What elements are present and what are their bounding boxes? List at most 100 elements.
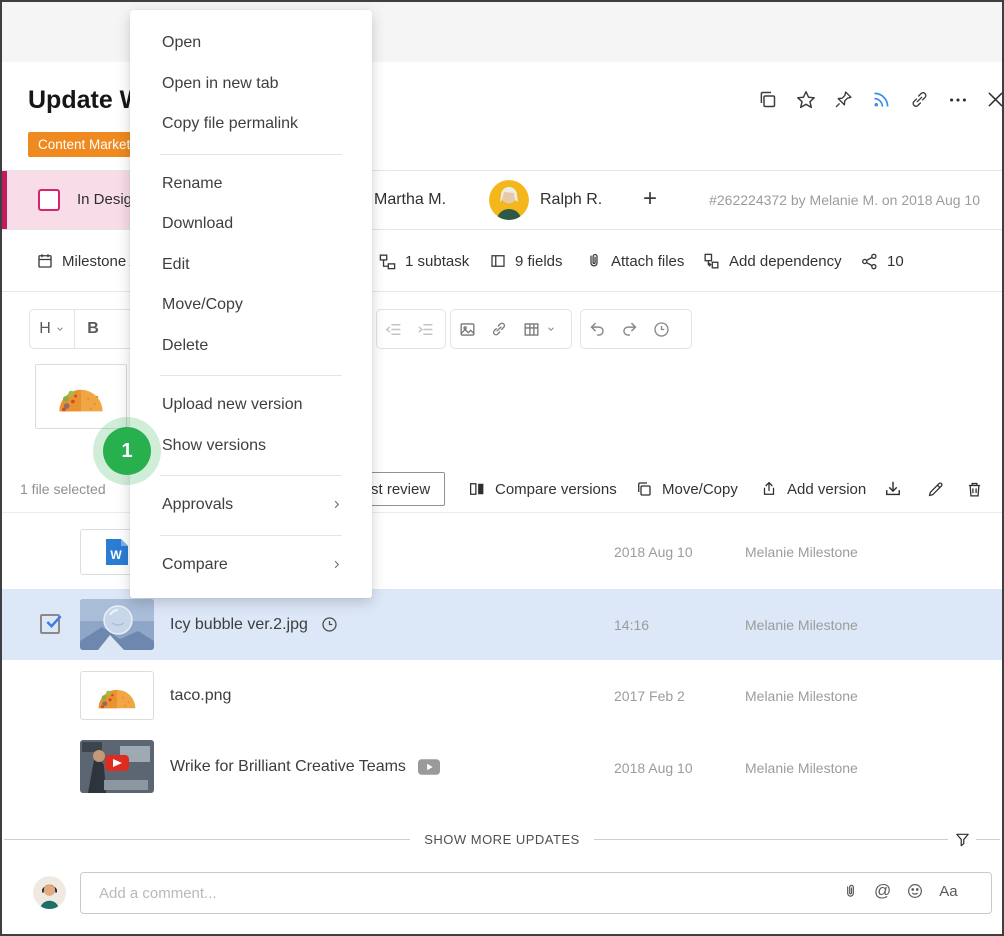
menu-item-copy-permalink[interactable]: Copy file permalink — [130, 104, 372, 145]
youtube-icon — [418, 759, 440, 775]
move-copy-label: Move/Copy — [662, 481, 738, 498]
add-assignee-button[interactable]: + — [643, 171, 657, 227]
file-date: 2018 Aug 10 — [614, 760, 693, 776]
menu-item-label: Compare — [162, 556, 228, 573]
download-button[interactable] — [880, 476, 906, 502]
file-name[interactable]: Wrike for Brilliant Creative Teams — [170, 731, 440, 803]
milestone-button[interactable]: Milestone A — [36, 230, 140, 292]
more-actions-icon[interactable] — [946, 88, 969, 111]
permalink-icon[interactable] — [908, 88, 931, 111]
taco-thumbnail[interactable] — [80, 671, 154, 720]
share-button[interactable]: 10 — [860, 230, 904, 292]
file-author: Melanie Milestone — [745, 760, 858, 776]
insert-link-button[interactable] — [483, 320, 515, 338]
file-row-taco[interactable]: taco.png 2017 Feb 2 Melanie Milestone — [2, 660, 1002, 731]
task-title: Update W — [28, 86, 143, 115]
menu-item-show-versions[interactable]: Show versions — [130, 426, 372, 467]
svg-text:W: W — [110, 548, 122, 562]
comment-toolbar: @ Aa — [842, 881, 958, 901]
video-still-image — [80, 740, 154, 793]
show-more-updates-button[interactable]: SHOW MORE UPDATES — [410, 828, 594, 852]
attach-files-button[interactable]: Attach files — [585, 230, 684, 292]
filter-funnel-icon — [954, 831, 971, 849]
menu-item-upload-new-version[interactable]: Upload new version — [130, 385, 372, 426]
taco-image — [54, 378, 108, 416]
menu-item-compare[interactable]: Compare — [130, 545, 372, 586]
menu-item-move-copy[interactable]: Move/Copy — [130, 285, 372, 326]
outdent-button[interactable] — [377, 320, 409, 339]
compare-versions-icon — [468, 480, 486, 498]
menu-item-rename[interactable]: Rename — [130, 164, 372, 205]
check-icon — [43, 612, 65, 632]
compare-versions-button[interactable]: Compare versions — [468, 470, 617, 508]
assignee-martha[interactable]: Martha M. — [374, 171, 446, 229]
redo-button[interactable] — [613, 320, 645, 339]
menu-item-open-new-tab[interactable]: Open in new tab — [130, 64, 372, 105]
share-icon — [860, 252, 879, 271]
add-version-button[interactable]: Add version — [760, 470, 866, 508]
icy-bubble-thumbnail[interactable] — [80, 599, 154, 650]
follow-updates-icon[interactable] — [870, 88, 893, 111]
mention-icon[interactable]: @ — [874, 881, 891, 901]
menu-item-edit[interactable]: Edit — [130, 245, 372, 286]
add-dependency-button[interactable]: Add dependency — [702, 230, 842, 292]
bold-button[interactable]: B — [75, 320, 111, 338]
avatar-ralph[interactable] — [489, 180, 529, 220]
menu-item-delete[interactable]: Delete — [130, 326, 372, 367]
fields-button[interactable]: 9 fields — [489, 230, 563, 292]
annotation-step-badge: 1 — [103, 427, 151, 475]
file-author: Melanie Milestone — [745, 688, 858, 704]
attach-comment-icon[interactable] — [842, 883, 859, 900]
file-date: 2017 Feb 2 — [614, 688, 685, 704]
history-button[interactable] — [645, 320, 677, 339]
editor-toolbar-history-group — [580, 309, 692, 349]
file-checkbox-checked[interactable] — [40, 614, 60, 634]
add-dependency-label: Add dependency — [729, 253, 842, 270]
milestone-label: Milestone A — [62, 253, 140, 270]
paperclip-icon — [585, 252, 603, 270]
text-format-button[interactable]: Aa — [939, 883, 957, 900]
close-icon[interactable] — [984, 88, 1004, 111]
file-row-video[interactable]: Wrike for Brilliant Creative Teams 2018 … — [2, 731, 1002, 803]
complete-checkbox[interactable] — [38, 189, 60, 211]
header-actions — [756, 88, 1004, 111]
assignee-ralph[interactable]: Ralph R. — [540, 171, 602, 229]
menu-divider — [160, 475, 342, 476]
editor-toolbar-insert-group — [450, 309, 572, 349]
menu-item-open[interactable]: Open — [130, 23, 372, 64]
delete-button[interactable] — [961, 476, 987, 502]
insert-image-button[interactable] — [451, 320, 483, 339]
undo-button[interactable] — [581, 320, 613, 339]
fields-icon — [489, 252, 507, 270]
task-detail-window: Update W Content Marketing In Design Mar… — [0, 0, 1004, 936]
file-name[interactable]: Icy bubble ver.2.jpg — [170, 589, 339, 660]
insert-table-dropdown[interactable] — [515, 320, 563, 339]
filter-updates-button[interactable] — [948, 828, 976, 852]
file-context-menu: Open Open in new tab Copy file permalink… — [130, 10, 372, 598]
indent-button[interactable] — [409, 320, 441, 339]
taco-image — [94, 680, 140, 712]
add-version-label: Add version — [787, 481, 866, 498]
file-row-icy-bubble[interactable]: Icy bubble ver.2.jpg 14:16 Melanie Miles… — [2, 589, 1002, 660]
video-thumbnail[interactable] — [80, 740, 154, 793]
menu-item-approvals[interactable]: Approvals — [130, 485, 372, 526]
word-doc-icon: W — [104, 537, 130, 567]
selected-count-label: 1 file selected — [20, 470, 106, 508]
duplicate-window-icon[interactable] — [756, 88, 779, 111]
subtasks-button[interactable]: 1 subtask — [378, 230, 469, 292]
menu-item-download[interactable]: Download — [130, 204, 372, 245]
pin-icon[interactable] — [832, 88, 855, 111]
menu-item-label: Approvals — [162, 496, 233, 513]
star-icon[interactable] — [794, 88, 817, 111]
file-name[interactable]: taco.png — [170, 660, 231, 731]
show-more-section: SHOW MORE UPDATES — [2, 828, 1002, 852]
emoji-icon[interactable] — [906, 882, 924, 900]
heading-dropdown[interactable]: H — [30, 320, 74, 338]
attach-files-label: Attach files — [611, 253, 684, 270]
file-date: 2018 Aug 10 — [614, 544, 693, 560]
edit-button[interactable] — [922, 476, 948, 502]
file-author: Melanie Milestone — [745, 617, 858, 633]
share-count: 10 — [887, 253, 904, 270]
move-copy-button[interactable]: Move/Copy — [635, 470, 738, 508]
menu-divider — [160, 154, 342, 155]
